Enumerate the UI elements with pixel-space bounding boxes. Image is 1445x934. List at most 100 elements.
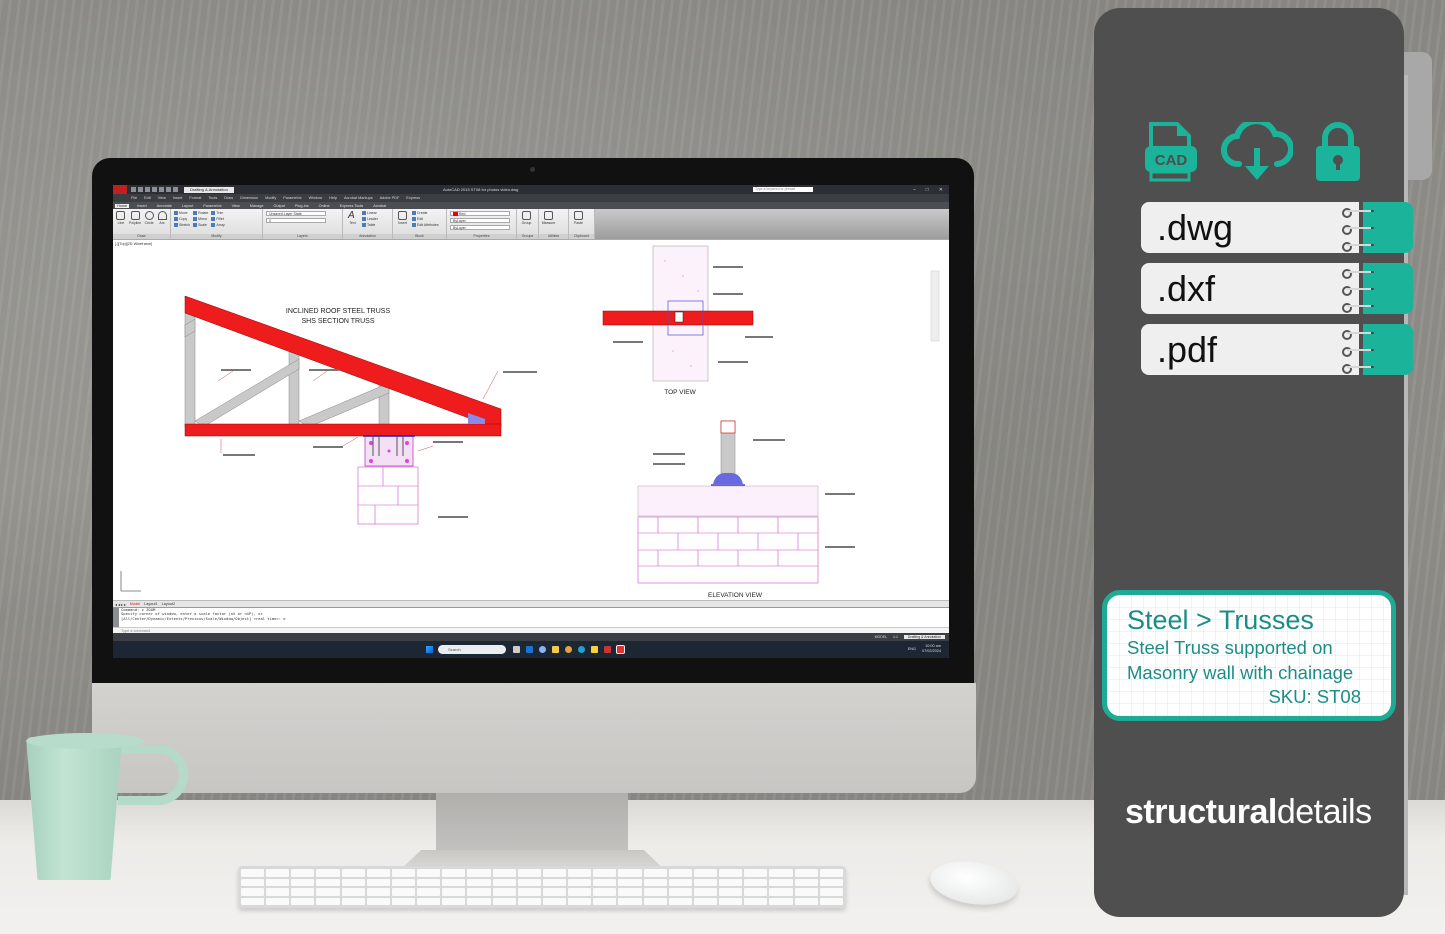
array-tool[interactable]: Array xyxy=(211,223,224,227)
sticky-notes-icon[interactable] xyxy=(591,646,598,653)
minimize-icon[interactable]: – xyxy=(913,187,916,193)
redo-icon[interactable] xyxy=(173,187,178,192)
tab-annotate[interactable]: Annotate xyxy=(155,204,174,208)
viewport-controls[interactable]: [-][Top][2D Wireframe] xyxy=(115,242,152,246)
panel-label-annotation[interactable]: Annotation xyxy=(343,234,392,239)
panel-label-properties[interactable]: Properties xyxy=(447,234,516,239)
menu-item-view[interactable]: View xyxy=(158,196,166,200)
create-block-tool[interactable]: Create xyxy=(412,211,439,215)
format-tab-dxf[interactable]: .dxf xyxy=(1141,263,1413,314)
format-tab-dwg[interactable]: .dwg xyxy=(1141,202,1413,253)
plot-icon[interactable] xyxy=(159,187,164,192)
edit-block-tool[interactable]: Edit xyxy=(412,217,439,221)
linear-dim-tool[interactable]: Linear xyxy=(362,211,378,215)
undo-icon[interactable] xyxy=(166,187,171,192)
outlook-icon[interactable] xyxy=(526,646,533,653)
panel-label-modify[interactable]: Modify xyxy=(171,234,262,239)
save-icon[interactable] xyxy=(145,187,150,192)
menu-item-dimension[interactable]: Dimension xyxy=(240,196,258,200)
color-select[interactable]: Red xyxy=(450,211,510,217)
tab-online[interactable]: Online xyxy=(317,204,332,208)
menu-item-express[interactable]: Express xyxy=(406,196,420,200)
panel-label-block[interactable]: Block xyxy=(393,234,446,239)
menu-item-file[interactable]: File xyxy=(131,196,137,200)
stretch-tool[interactable]: Stretch xyxy=(174,223,190,227)
tab-output[interactable]: Output xyxy=(272,204,287,208)
current-layer-select[interactable]: 0 xyxy=(266,218,326,223)
product-sku: SKU: ST08 xyxy=(1268,686,1361,707)
settings-icon[interactable] xyxy=(539,646,546,653)
language-indicator[interactable]: ENG xyxy=(908,647,916,652)
panel-label-layers[interactable]: Layers xyxy=(263,234,342,239)
menu-item-acrobat-markups[interactable]: Acrobat Markups xyxy=(344,196,373,200)
saveas-icon[interactable] xyxy=(152,187,157,192)
open-icon[interactable] xyxy=(138,187,143,192)
annotation-scale[interactable]: 1:1 xyxy=(893,635,898,639)
linetype-select[interactable]: ByLayer xyxy=(450,218,510,223)
menu-item-modify[interactable]: Modify xyxy=(265,196,276,200)
key xyxy=(719,888,743,896)
mirror-tool[interactable]: Mirror xyxy=(193,217,208,221)
tab-express-tools[interactable]: Express Tools xyxy=(338,204,366,208)
menu-item-draw[interactable]: Draw xyxy=(224,196,233,200)
fillet-tool[interactable]: Fillet xyxy=(211,217,224,221)
lineweight-select[interactable]: ByLayer xyxy=(450,225,510,230)
menu-item-parametric[interactable]: Parametric xyxy=(283,196,301,200)
pdf-app-icon[interactable] xyxy=(604,646,611,653)
key xyxy=(391,878,416,886)
tab-plug-ins[interactable]: Plug-ins xyxy=(293,204,311,208)
window-controls: – □ ✕ xyxy=(913,187,943,193)
command-line-handle[interactable] xyxy=(113,608,119,628)
trim-tool[interactable]: Trim xyxy=(211,211,224,215)
menu-item-insert[interactable]: Insert xyxy=(173,196,183,200)
menu-item-tools[interactable]: Tools xyxy=(208,196,217,200)
menu-item-edit[interactable]: Edit xyxy=(144,196,151,200)
tab-home[interactable]: Home xyxy=(115,203,130,208)
copy-tool[interactable]: Copy xyxy=(174,217,190,221)
menu-item-help[interactable]: Help xyxy=(329,196,337,200)
tab-parametric[interactable]: Parametric xyxy=(201,204,223,208)
panel-label-clipboard[interactable]: Clipboard xyxy=(569,234,594,239)
scale-tool[interactable]: Scale xyxy=(193,223,208,227)
workspace-switch[interactable]: Drafting & Annotation xyxy=(903,635,945,639)
edit-attributes-tool[interactable]: Edit Attributes xyxy=(412,223,439,227)
tab-insert[interactable]: Insert xyxy=(135,204,149,208)
task-view-icon[interactable] xyxy=(513,646,520,653)
maximize-icon[interactable]: □ xyxy=(926,187,929,193)
move-tool[interactable]: Move xyxy=(174,211,190,215)
tab-manage[interactable]: Manage xyxy=(248,204,266,208)
leader-tool[interactable]: Leader xyxy=(362,217,378,221)
tab-view[interactable]: View xyxy=(230,204,242,208)
model-space-toggle[interactable]: MODEL xyxy=(875,635,887,639)
table-tool[interactable]: Table xyxy=(362,223,378,227)
tab-nav-arrows[interactable]: ◂ ◂ ▸ ▸ xyxy=(115,602,126,607)
workspace-select[interactable]: Drafting & Annotation xyxy=(184,186,234,193)
new-icon[interactable] xyxy=(131,187,136,192)
navigation-bar[interactable] xyxy=(930,270,940,342)
drawing-canvas[interactable]: INCLINED ROOF STEEL TRUSS SHS SECTION TR… xyxy=(113,241,949,601)
menu-item-adobe-pdf[interactable]: Adobe PDF xyxy=(380,196,400,200)
chrome-icon[interactable] xyxy=(565,646,572,653)
panel-label-groups[interactable]: Groups xyxy=(517,234,538,239)
tab-layout1[interactable]: Layout1 xyxy=(144,602,158,606)
tab-layout2[interactable]: Layout2 xyxy=(162,602,176,606)
autocad-logo-icon[interactable] xyxy=(113,185,127,194)
rotate-tool[interactable]: Rotate xyxy=(193,211,208,215)
menu-item-window[interactable]: Window xyxy=(309,196,323,200)
panel-label-draw[interactable]: Draw xyxy=(113,234,170,239)
panel-label-utilities[interactable]: Utilities xyxy=(539,234,568,239)
windows-start-icon[interactable] xyxy=(426,646,433,653)
close-icon[interactable]: ✕ xyxy=(939,187,943,193)
layer-state-select[interactable]: Unsaved Layer State xyxy=(266,211,326,216)
tab-acrobat[interactable]: Acrobat xyxy=(371,204,388,208)
tab-model[interactable]: Model xyxy=(130,602,140,606)
file-explorer-icon[interactable] xyxy=(552,646,559,653)
taskbar-search[interactable]: Search xyxy=(438,645,506,654)
autocad-taskbar-icon[interactable] xyxy=(616,645,625,654)
menu-item-format[interactable]: Format xyxy=(189,196,201,200)
help-search-input[interactable]: Type a keyword or phrase xyxy=(753,187,813,192)
clock[interactable]: 10:00 am 07/02/2024 xyxy=(922,644,941,654)
format-tab-pdf[interactable]: .pdf xyxy=(1141,324,1413,375)
tab-layout[interactable]: Layout xyxy=(180,204,195,208)
edge-icon[interactable] xyxy=(578,646,585,653)
